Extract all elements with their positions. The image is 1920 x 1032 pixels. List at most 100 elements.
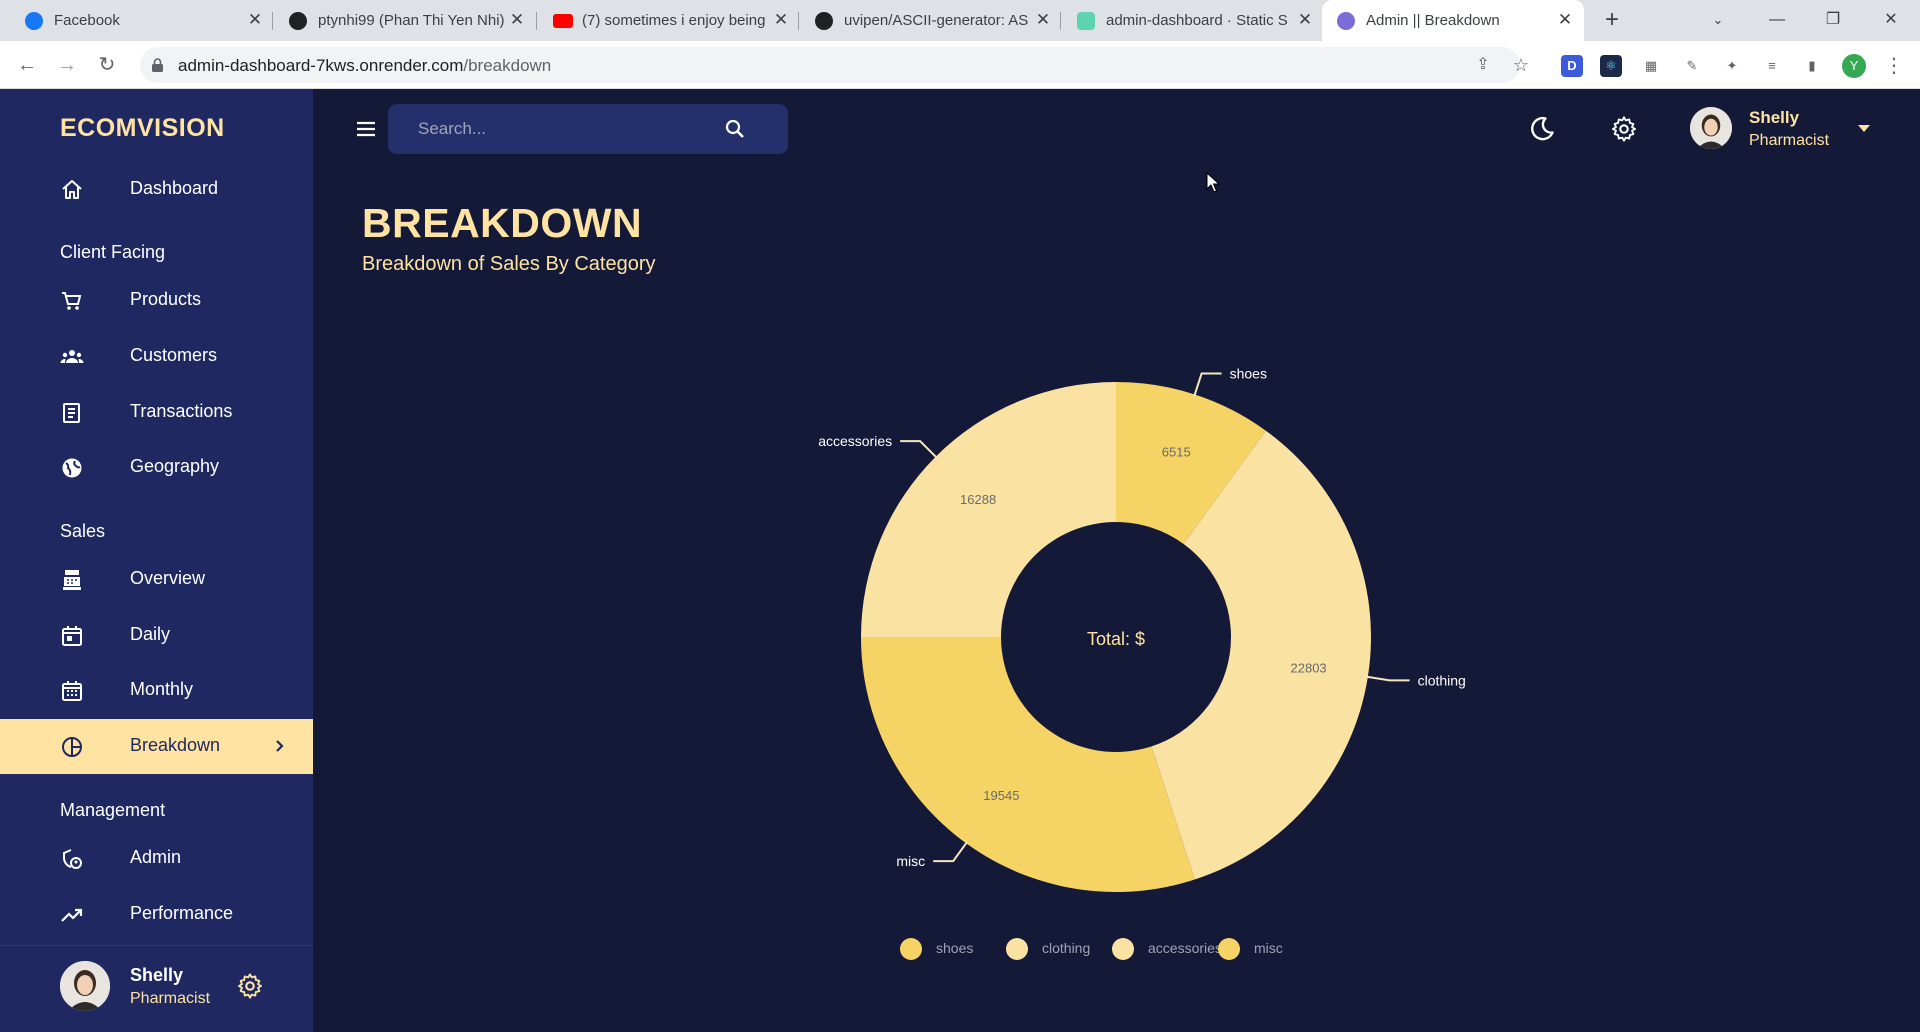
browser-tab[interactable]: ptynhi99 (Phan Thi Yen Nhi) ✕ (272, 0, 534, 41)
section-management: Management (60, 800, 166, 820)
user-role: Pharmacist (1749, 132, 1830, 149)
sidebar-item-label: Products (130, 289, 202, 309)
bookmark-star-icon[interactable]: ☆ (1508, 52, 1534, 78)
tab-title: Facebook (54, 12, 120, 29)
close-tab-icon[interactable]: ✕ (1556, 10, 1574, 30)
sidebar-item-transactions[interactable]: Transactions (0, 385, 313, 440)
legend-label: misc (1254, 940, 1283, 956)
pie-chart-icon (62, 737, 82, 757)
back-icon[interactable]: ← (14, 52, 40, 78)
browser-menu-icon[interactable]: ⋮ (1884, 53, 1904, 78)
tab-search-icon[interactable]: ⌄ (1703, 6, 1733, 34)
leader-line (900, 440, 938, 459)
extensions-puzzle-icon[interactable]: ✦ (1721, 55, 1743, 77)
caret-down-icon[interactable] (1856, 121, 1872, 135)
sidebar-item-admin[interactable]: Admin (0, 831, 313, 886)
url-host: admin-dashboard-7kws.onrender.com (178, 56, 464, 75)
slice-category-label: accessories (818, 433, 892, 449)
sidebar-item-label: Dashboard (130, 178, 219, 198)
sidebar-item-label: Breakdown (130, 735, 221, 755)
legend-swatch (1218, 938, 1240, 960)
github-icon (815, 12, 833, 30)
dark-mode-moon-icon[interactable] (1528, 115, 1556, 143)
browser-tab[interactable]: (7) sometimes i enjoy being ✕ (536, 0, 798, 41)
close-tab-icon[interactable]: ✕ (508, 10, 526, 30)
leader-line (933, 841, 969, 863)
side-panel-icon[interactable]: ▮ (1801, 55, 1823, 77)
search-input[interactable] (418, 117, 718, 141)
breakdown-donut-chart: 6515 shoes 22803 clothing 19545 misc 16288 acce… (818, 366, 1466, 892)
sidebar-item-daily[interactable]: Daily (0, 608, 313, 663)
extension-pen-icon[interactable]: ✎ (1681, 55, 1703, 77)
mouse-cursor-icon (1206, 172, 1220, 193)
leader-line (1193, 372, 1222, 397)
facebook-icon (25, 12, 43, 30)
share-icon[interactable]: ⇪ (1470, 52, 1496, 78)
settings-gear-icon[interactable] (1610, 115, 1638, 143)
legend-swatch (1006, 938, 1028, 960)
home-icon (62, 180, 82, 199)
sidebar-item-overview[interactable]: Overview (0, 552, 313, 607)
page-subtitle: Breakdown of Sales By Category (362, 253, 656, 275)
globe-icon (62, 458, 82, 478)
minimize-button[interactable]: — (1762, 6, 1792, 34)
browser-tab[interactable]: Facebook ✕ (0, 0, 270, 41)
receipt-icon (63, 403, 80, 423)
close-tab-icon[interactable]: ✕ (1296, 10, 1314, 30)
close-window-button[interactable]: ✕ (1876, 6, 1906, 34)
slice-category-label: clothing (1418, 672, 1466, 688)
extension-d-icon[interactable]: D (1561, 55, 1583, 77)
donut-slice-accessories[interactable] (861, 382, 1116, 638)
tab-title: uvipen/ASCII-generator: AS (844, 12, 1029, 29)
search-icon[interactable] (723, 117, 747, 141)
search-bar (388, 104, 788, 154)
github-icon (289, 12, 307, 30)
tab-title: (7) sometimes i enjoy being (582, 12, 766, 29)
groups-icon (60, 350, 84, 363)
sidebar-item-breakdown[interactable]: Breakdown (0, 719, 313, 774)
browser-tab-active[interactable]: Admin || Breakdown ✕ (1322, 0, 1584, 41)
menu-icon[interactable] (354, 117, 378, 141)
reading-list-icon[interactable]: ≡ (1761, 55, 1783, 77)
sidebar-item-geography[interactable]: Geography (0, 440, 313, 495)
sidebar-item-label: Daily (130, 624, 171, 644)
url-text[interactable]: admin-dashboard-7kws.onrender.com/breakd… (178, 56, 551, 76)
youtube-icon (553, 14, 573, 28)
restore-button[interactable]: ❐ (1818, 6, 1848, 34)
sidebar-item-label: Performance (130, 903, 234, 923)
legend-label: shoes (936, 940, 974, 956)
avatar[interactable] (1690, 107, 1732, 149)
sidebar-item-products[interactable]: Products (0, 273, 313, 328)
calendar-month-icon (62, 681, 82, 701)
sidebar-item-performance[interactable]: Performance (0, 887, 313, 942)
extension-grid-icon[interactable]: ▦ (1640, 55, 1662, 77)
sidebar-item-dashboard[interactable]: Dashboard (0, 162, 313, 217)
close-tab-icon[interactable]: ✕ (246, 10, 264, 30)
sidebar-item-monthly[interactable]: Monthly (0, 663, 313, 718)
profile-avatar[interactable]: Y (1842, 54, 1866, 78)
address-bar-row: ← → ↻ admin-dashboard-7kws.onrender.com/… (0, 41, 1920, 89)
sidebar-item-label: Customers (130, 345, 218, 365)
settings-gear-icon[interactable] (236, 972, 264, 1000)
chevron-right-icon (276, 740, 284, 752)
admin-icon (63, 849, 82, 869)
user-name: Shelly (130, 965, 184, 985)
reload-icon[interactable]: ↻ (94, 52, 120, 78)
chart-legend: shoes clothing accessories misc (900, 936, 1360, 966)
brand-logo[interactable]: ECOMVISION (60, 114, 225, 143)
section-sales: Sales (60, 521, 106, 541)
sidebar-item-label: Transactions (130, 401, 233, 421)
sidebar-item-customers[interactable]: Customers (0, 329, 313, 384)
sidebar-divider (0, 945, 313, 946)
avatar[interactable] (60, 961, 110, 1011)
new-tab-button[interactable]: + (1599, 8, 1625, 34)
react-devtools-icon[interactable]: ⚛ (1600, 55, 1622, 77)
close-tab-icon[interactable]: ✕ (772, 10, 790, 30)
forward-icon[interactable]: → (54, 52, 80, 78)
user-name[interactable]: Shelly (1749, 108, 1799, 128)
browser-tab[interactable]: admin-dashboard · Static S ✕ (1060, 0, 1322, 41)
close-tab-icon[interactable]: ✕ (1034, 10, 1052, 30)
user-role: Pharmacist (130, 990, 211, 1007)
browser-tab[interactable]: uvipen/ASCII-generator: AS ✕ (798, 0, 1060, 41)
point-of-sale-icon (63, 570, 81, 590)
